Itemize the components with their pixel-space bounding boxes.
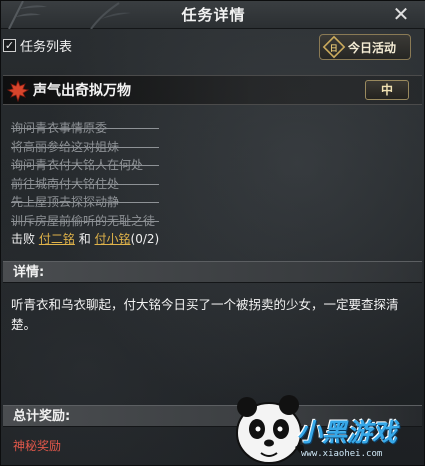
- current-step-conj: 和: [78, 232, 91, 246]
- window-title: 任务详情: [181, 6, 246, 24]
- quest-step: 询问青衣事情原委: [11, 119, 160, 138]
- title-bar: 任务详情 ✕: [1, 1, 425, 29]
- close-icon[interactable]: ✕: [390, 3, 412, 25]
- maple-leaf-icon: [7, 80, 29, 102]
- quest-header: 声气出奇拟万物 中: [3, 75, 422, 105]
- rewards-header: 总计奖励:: [13, 409, 71, 424]
- current-step-prefix: 击败: [11, 232, 36, 246]
- target-link-1[interactable]: 付二铭: [39, 232, 75, 246]
- quest-step: 将高丽参给这对姐妹: [11, 138, 160, 157]
- today-activity-label: 今日活动: [348, 40, 397, 55]
- quest-title: 声气出奇拟万物: [33, 83, 131, 99]
- current-quest-step: 击败 付二铭 和 付小铭(0/2): [11, 230, 159, 249]
- quest-step: 训斥房屋前偷听的无耻之徒: [11, 212, 160, 231]
- quest-detail-panel: 任务详情 ✕ ✓ 任务列表 日 今日活动 声气出奇拟万物 中 询问青衣事情原委 …: [0, 0, 425, 466]
- quest-steps: 询问青衣事情原委 将高丽参给这对姐妹 询问青衣付大铭人在何处 前往城南付大铭住处…: [11, 119, 160, 249]
- quest-step: 先上屋顶去探探动静: [11, 193, 160, 212]
- task-list-label: 任务列表: [20, 39, 73, 55]
- details-section-header: 详情:: [3, 261, 422, 283]
- watermark-logo-text: 小黑游戏: [297, 418, 398, 447]
- watermark-url: www.xiaohei.com: [301, 449, 383, 459]
- today-activity-button[interactable]: 日 今日活动: [319, 34, 411, 60]
- reward-item[interactable]: 神秘奖励: [13, 437, 61, 454]
- step-progress: (0/2): [130, 232, 160, 246]
- details-text: 听青衣和乌衣聊起，付大铭今日买了一个被拐卖的少女，一定要查探清楚。: [11, 297, 399, 332]
- quest-step: 前往城南付大铭住处: [11, 175, 160, 194]
- quest-step: 询问青衣付大铭人在何处: [11, 156, 160, 175]
- details-header: 详情:: [13, 265, 45, 280]
- calendar-icon: 日: [322, 35, 346, 59]
- target-link-2[interactable]: 付小铭: [95, 232, 131, 246]
- task-list-checkbox[interactable]: ✓: [3, 38, 16, 52]
- difficulty-badge: 中: [365, 80, 409, 100]
- task-list-toggle[interactable]: ✓ 任务列表: [3, 35, 72, 55]
